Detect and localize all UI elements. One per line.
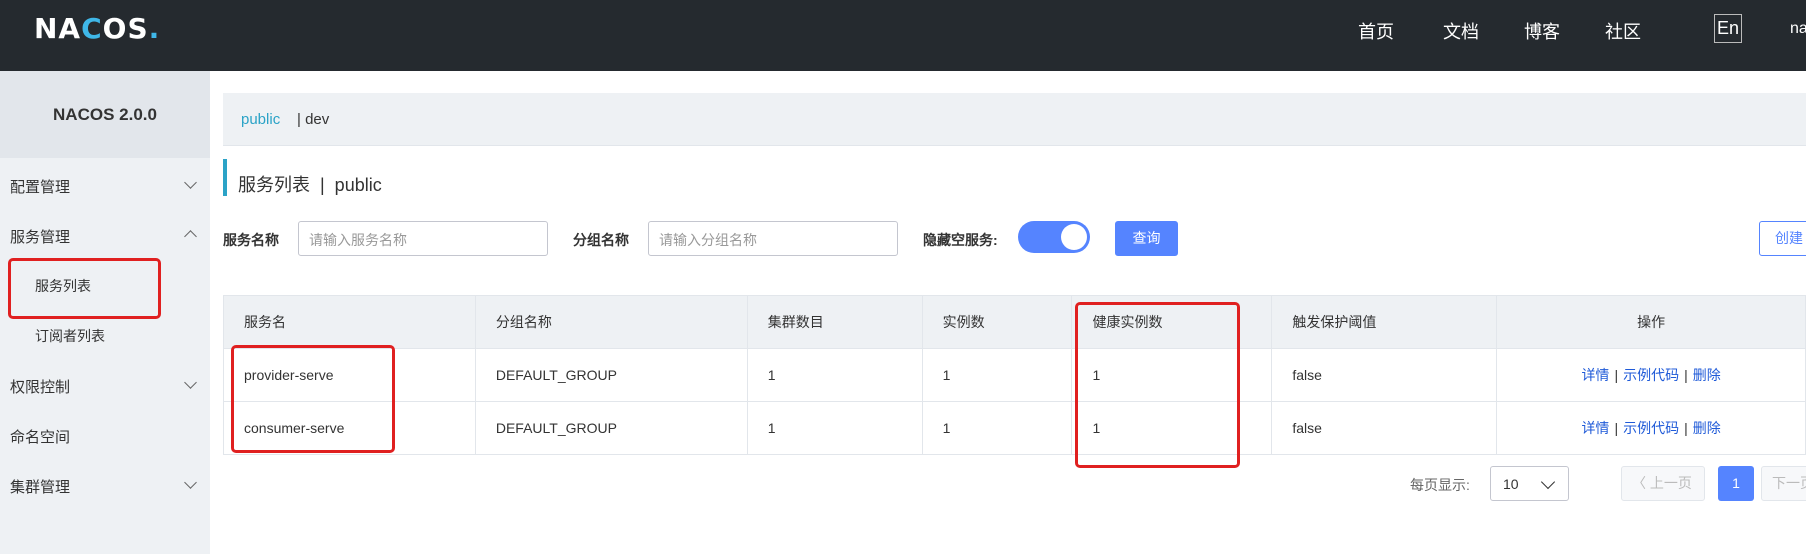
namespace-public[interactable]: public xyxy=(241,111,280,128)
annotation-box-service-list xyxy=(8,258,161,319)
namespace-bar: public | dev xyxy=(223,93,1806,146)
annotation-box-service-names xyxy=(231,345,395,453)
chevron-down-icon xyxy=(1540,474,1556,490)
sample-code-link[interactable]: 示例代码 xyxy=(1623,367,1679,383)
chevron-down-icon xyxy=(184,376,197,389)
table-header-row: 服务名 分组名称 集群数目 实例数 健康实例数 触发保护阈值 操作 xyxy=(223,295,1806,349)
group-name-label: 分组名称 xyxy=(573,232,629,248)
page-1-button[interactable]: 1 xyxy=(1718,466,1754,501)
nav-home[interactable]: 首页 xyxy=(1358,18,1394,44)
title-accent-bar xyxy=(223,159,227,196)
top-navbar: NACOS. 首页 文档 博客 社区 En na xyxy=(0,0,1806,71)
col-service-name: 服务名 xyxy=(223,295,476,349)
create-service-button[interactable]: 创建 xyxy=(1759,221,1806,256)
group-name-input[interactable]: 请输入分组名称 xyxy=(648,221,898,256)
detail-link[interactable]: 详情 xyxy=(1581,367,1609,383)
detail-link[interactable]: 详情 xyxy=(1581,420,1609,436)
toggle-knob xyxy=(1061,224,1087,250)
nav-blog[interactable]: 博客 xyxy=(1524,18,1560,44)
col-cluster-count: 集群数目 xyxy=(746,295,923,349)
col-operations: 操作 xyxy=(1496,295,1806,349)
query-button[interactable]: 查询 xyxy=(1115,221,1178,256)
col-group-name: 分组名称 xyxy=(474,295,748,349)
chevron-down-icon xyxy=(184,176,197,189)
cell-instances: 1 xyxy=(921,401,1073,455)
cell-threshold: false xyxy=(1271,401,1498,455)
per-page-value: 10 xyxy=(1503,476,1519,492)
nav-community[interactable]: 社区 xyxy=(1605,18,1641,44)
annotation-box-healthy-count xyxy=(1075,302,1240,468)
cell-instances: 1 xyxy=(921,348,1073,402)
col-instance-count: 实例数 xyxy=(921,295,1073,349)
hide-empty-toggle[interactable] xyxy=(1018,221,1090,253)
service-name-input[interactable]: 请输入服务名称 xyxy=(298,221,548,256)
per-page-select[interactable]: 10 xyxy=(1490,466,1569,501)
namespace-dev[interactable]: | dev xyxy=(297,111,329,128)
hide-empty-label: 隐藏空服务: xyxy=(923,232,998,248)
next-page-button[interactable]: 下一页 xyxy=(1761,466,1806,501)
delete-link[interactable]: 删除 xyxy=(1693,420,1721,436)
sidebar-item-config[interactable]: 配置管理 xyxy=(10,176,70,197)
sidebar-item-namespace[interactable]: 命名空间 xyxy=(10,426,70,447)
cell-operations: 详情 | 示例代码 | 删除 xyxy=(1496,401,1806,455)
sidebar-item-auth[interactable]: 权限控制 xyxy=(10,376,70,397)
nav-docs[interactable]: 文档 xyxy=(1443,18,1479,44)
nacos-logo[interactable]: NACOS. xyxy=(34,12,160,45)
cell-operations: 详情 | 示例代码 | 删除 xyxy=(1496,348,1806,402)
delete-link[interactable]: 删除 xyxy=(1693,367,1721,383)
sidebar-item-cluster[interactable]: 集群管理 xyxy=(10,476,70,497)
page-title: 服务列表 | public xyxy=(238,175,382,195)
user-menu[interactable]: na xyxy=(1790,20,1806,38)
cell-group: DEFAULT_GROUP xyxy=(474,401,748,455)
service-table: 服务名 分组名称 集群数目 实例数 健康实例数 触发保护阈值 操作 provid… xyxy=(223,295,1806,455)
chevron-down-icon xyxy=(184,476,197,489)
per-page-label: 每页显示: xyxy=(1410,477,1470,493)
table-row: consumer-serve DEFAULT_GROUP 1 1 1 false… xyxy=(223,401,1806,455)
cell-clusters: 1 xyxy=(746,348,923,402)
table-row: provider-serve DEFAULT_GROUP 1 1 1 false… xyxy=(223,348,1806,402)
col-protect-threshold: 触发保护阈值 xyxy=(1271,295,1498,349)
prev-page-button[interactable]: 〈 上一页 xyxy=(1621,466,1705,501)
chevron-up-icon xyxy=(184,230,197,243)
sample-code-link[interactable]: 示例代码 xyxy=(1623,420,1679,436)
sidebar-version-title: NACOS 2.0.0 xyxy=(0,71,210,158)
sidebar-item-service-mgmt[interactable]: 服务管理 xyxy=(10,226,70,247)
cell-threshold: false xyxy=(1271,348,1498,402)
language-toggle-button[interactable]: En xyxy=(1714,14,1742,43)
cell-clusters: 1 xyxy=(746,401,923,455)
cell-group: DEFAULT_GROUP xyxy=(474,348,748,402)
service-name-label: 服务名称 xyxy=(223,232,279,248)
sidebar-item-subscribers[interactable]: 订阅者列表 xyxy=(35,326,105,346)
